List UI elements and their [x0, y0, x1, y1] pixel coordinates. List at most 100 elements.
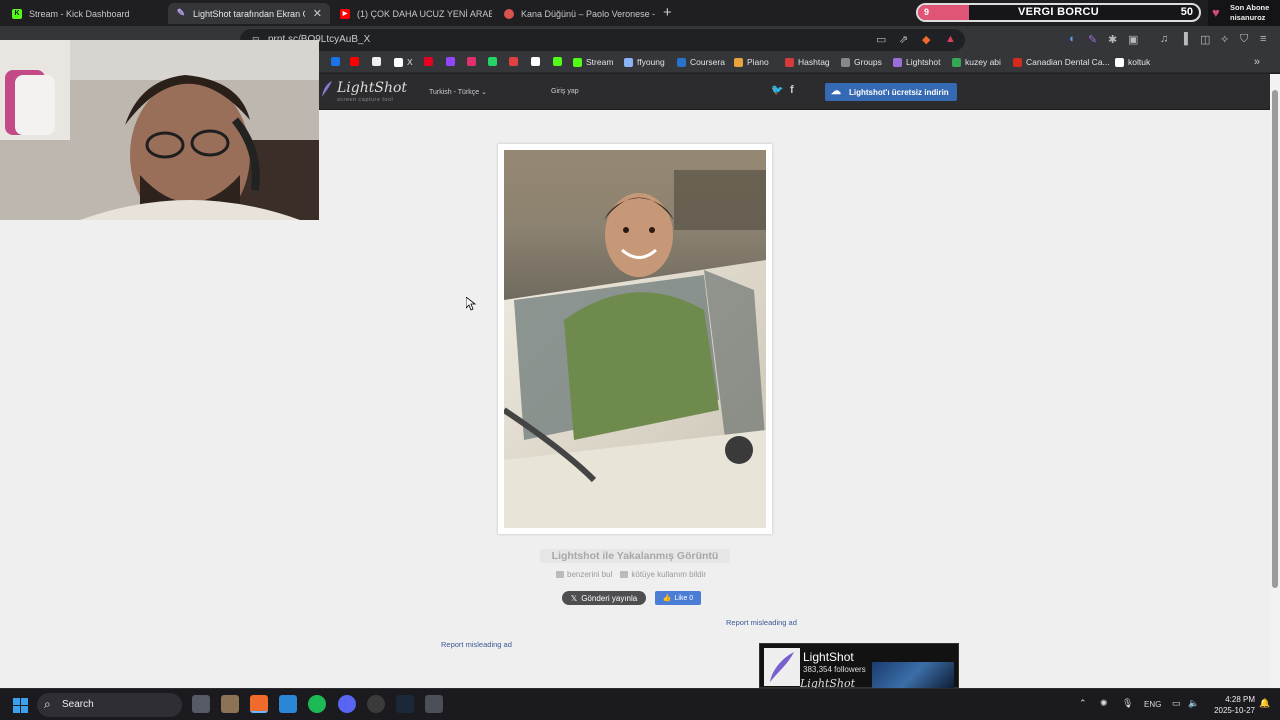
fb-page-name[interactable]: LightShot: [803, 650, 854, 664]
pinterest-icon: [424, 57, 433, 66]
mouse-cursor-icon: [466, 297, 476, 311]
whatsapp-icon: [488, 57, 497, 66]
brave-rewards-icon[interactable]: ▲: [945, 33, 956, 45]
bookmark-lightshot[interactable]: Lightshot: [893, 57, 941, 67]
heart-icon: ♥: [1212, 5, 1220, 20]
report-ad-link-1[interactable]: Report misleading ad: [726, 618, 797, 627]
instagram-icon: [467, 57, 476, 66]
kick-icon: K: [12, 8, 22, 19]
vpn-icon[interactable]: ⛉: [1240, 33, 1248, 46]
bookmark-label: X: [407, 57, 413, 67]
menu-icon[interactable]: ≡: [1260, 33, 1266, 45]
volume-icon[interactable]: 🔈: [1188, 698, 1199, 709]
bookmark-kuzey-abi[interactable]: kuzey abi: [952, 57, 1001, 67]
lightshot-extension-icon[interactable]: ✎: [1088, 33, 1097, 46]
file-explorer-icon[interactable]: [221, 695, 239, 713]
tab-kana-dugunu[interactable]: Kana Düğünü – Paolo Veronese - Bro: [496, 3, 658, 24]
image-search-icon: [556, 571, 564, 578]
like-label: Like 0: [674, 594, 694, 602]
goal-title: VERGI BORCU: [1018, 6, 1099, 18]
photos-icon[interactable]: [279, 695, 297, 713]
task-view-icon[interactable]: [192, 695, 210, 713]
tweet-button[interactable]: 𝕏 Gönderi yayınla: [562, 591, 646, 605]
notifications-icon[interactable]: 🔔: [1259, 698, 1270, 709]
bookmark-google[interactable]: [372, 57, 385, 66]
close-tab-icon[interactable]: ✕: [313, 7, 322, 20]
language-selector[interactable]: Turkish - Türkçe ⌄: [429, 88, 487, 96]
bookmark-instagram[interactable]: [467, 57, 480, 66]
network-icon[interactable]: ▭: [1172, 698, 1181, 709]
extensions-icon[interactable]: ✱: [1108, 33, 1117, 46]
bookmark-label: Coursera: [690, 57, 725, 67]
bookmark-x[interactable]: X: [394, 57, 413, 67]
bookmark-hashtag[interactable]: Hashtag: [785, 57, 830, 67]
taskbar-search[interactable]: ⌕ Search: [37, 693, 182, 717]
leo-ai-icon[interactable]: ✧: [1220, 33, 1229, 46]
taskbar-clock[interactable]: 4:28 PM 2025-10-27: [1205, 694, 1255, 716]
bookmark-koltuk[interactable]: koltuk: [1115, 57, 1150, 67]
scrollbar[interactable]: [1270, 74, 1280, 688]
sidebar-icon[interactable]: ▐: [1180, 33, 1188, 45]
address-bar[interactable]: ⊟ prnt.sc/BQ9LtcyAuB_X: [240, 29, 965, 51]
screenshot-image[interactable]: [504, 150, 766, 528]
bookmark-kick[interactable]: [553, 57, 566, 66]
wallet-icon[interactable]: ▣: [1128, 33, 1138, 46]
tab-kick-dashboard[interactable]: K Stream - Kick Dashboard: [4, 3, 164, 24]
clock-time: 4:28 PM: [1225, 695, 1255, 704]
bookmark-stream[interactable]: Stream: [573, 57, 613, 67]
brave-browser-icon[interactable]: [250, 695, 268, 713]
language-indicator[interactable]: ENG: [1144, 700, 1161, 709]
bookmark-canadian-dental-ca[interactable]: Canadian Dental Ca...: [1013, 57, 1110, 67]
discord-icon[interactable]: [338, 695, 356, 713]
bookmark-groups[interactable]: Groups: [841, 57, 882, 67]
brave-shields-icon[interactable]: ◆: [922, 33, 930, 46]
facebook-like-button[interactable]: 👍 Like 0: [655, 591, 701, 605]
microphone-icon[interactable]: 🎙: [1122, 698, 1133, 709]
bookmark-ffyoung[interactable]: ffyoung: [624, 57, 665, 67]
bookmark-twitch[interactable]: [446, 57, 459, 66]
download-button[interactable]: ☁ Lightshot'ı ücretsiz indirin: [825, 83, 957, 101]
show-hidden-icons[interactable]: ⌃: [1079, 698, 1087, 709]
wallet-2-icon[interactable]: ◫: [1200, 33, 1210, 46]
obs-icon[interactable]: [367, 695, 385, 713]
login-link[interactable]: Giriş yap: [551, 88, 579, 95]
x-icon: 𝕏: [570, 593, 578, 603]
brightness-icon[interactable]: ✺: [1100, 698, 1108, 709]
share-icon[interactable]: ⇗: [899, 33, 908, 46]
bookmark-coursera[interactable]: Coursera: [677, 57, 725, 67]
bookmark-whatsapp[interactable]: [488, 57, 501, 66]
facebook-page-widget[interactable]: LightShot 383,354 followers LightShot: [759, 643, 959, 690]
lightshot-logo[interactable]: LightShot: [337, 80, 407, 96]
find-similar-link[interactable]: benzerini bul: [556, 570, 612, 579]
bookmark-amazon[interactable]: [531, 57, 544, 66]
media-icon[interactable]: ♫: [1160, 33, 1168, 45]
tab-lightshot[interactable]: ✎ LightShot tarafından Ekran Görü ✕: [168, 3, 330, 24]
image-actions: benzerini bul kötüye kullanım bildir: [556, 570, 706, 579]
spotify-icon[interactable]: [308, 695, 326, 713]
bookmark-pinterest[interactable]: [424, 57, 437, 66]
bookmark-piano[interactable]: Piano: [734, 57, 769, 67]
bookmark-label: ffyoung: [637, 57, 665, 67]
stream-goal-bar: 9 VERGI BORCU 50: [916, 3, 1201, 22]
report-ad-link-2[interactable]: Report misleading ad: [441, 640, 512, 649]
scrollbar-thumb[interactable]: [1272, 90, 1278, 588]
steam-icon[interactable]: [396, 695, 414, 713]
cast-icon[interactable]: ▭: [876, 33, 886, 46]
more-bookmarks-icon[interactable]: »: [1254, 56, 1260, 68]
facebook-icon[interactable]: f: [790, 84, 794, 96]
search-icon: ⌕: [44, 697, 51, 711]
windows-start-icon[interactable]: [13, 698, 28, 713]
bookmark-outlook[interactable]: [331, 57, 344, 66]
calculator-icon[interactable]: [425, 695, 443, 713]
twitter-icon[interactable]: 🐦: [771, 85, 783, 96]
bookmark-tumblr[interactable]: [509, 57, 522, 66]
report-abuse-link[interactable]: kötüye kullanım bildir: [620, 570, 706, 579]
bookmark-youtube[interactable]: [350, 57, 363, 66]
tab-youtube[interactable]: ▶ (1) ÇOK DAHA UCUZ YENİ ARABAM!: [332, 3, 492, 24]
link-icon: [624, 57, 633, 67]
youtube-icon: [350, 57, 359, 66]
lightshot-header: LightShot screen capture tool Turkish - …: [319, 74, 1280, 110]
audio-playing-icon[interactable]: ◖: [1068, 33, 1075, 45]
lightshot-icon: [893, 57, 902, 67]
new-tab-button[interactable]: +: [663, 4, 672, 21]
